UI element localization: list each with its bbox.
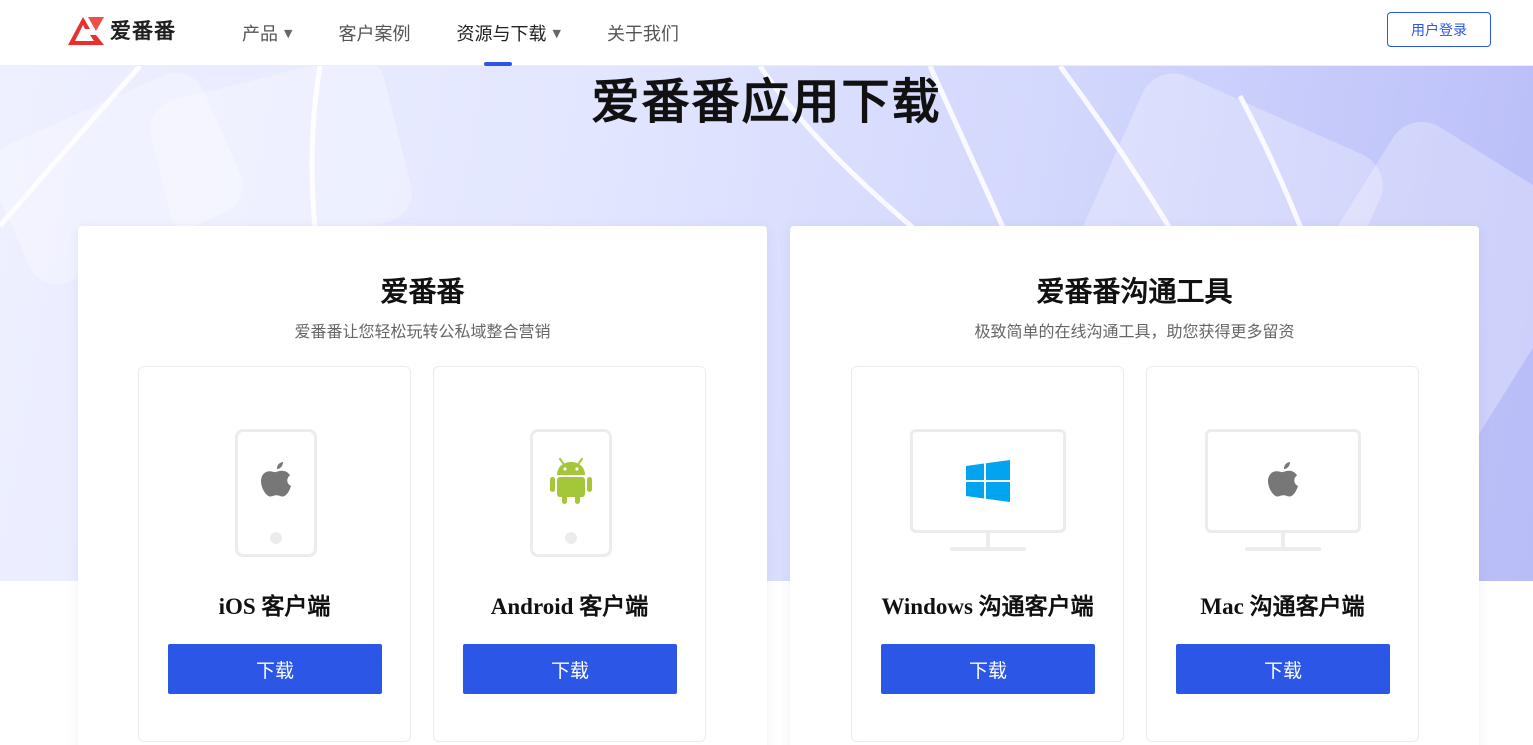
panel-title: 爱番番 bbox=[380, 275, 465, 308]
page-title: 爱番番应用下载 bbox=[591, 74, 942, 130]
card-title: Windows 沟通客户端 bbox=[881, 594, 1094, 619]
logo[interactable]: 爱番番 bbox=[66, 13, 176, 47]
nav-label: 关于我们 bbox=[606, 24, 679, 45]
monitor-screen bbox=[910, 429, 1066, 533]
monitor-frame bbox=[1205, 429, 1361, 553]
caret-down-icon: ▼ bbox=[284, 26, 293, 40]
logo-icon bbox=[68, 17, 104, 45]
active-nav-indicator bbox=[483, 62, 512, 66]
monitor-frame bbox=[910, 429, 1066, 553]
apple-icon bbox=[1268, 462, 1298, 497]
nav-item-about[interactable]: 关于我们 bbox=[607, 0, 679, 66]
phone-frame bbox=[530, 429, 612, 557]
monitor-screen bbox=[1205, 429, 1361, 533]
panel-subtitle: 爱番番让您轻松玩转公私域整合营销 bbox=[294, 322, 551, 341]
apple-icon bbox=[261, 462, 291, 497]
login-button[interactable]: 用户登录 bbox=[1387, 12, 1491, 47]
nav-label: 资源与下载 bbox=[456, 24, 547, 45]
phone-home-button bbox=[270, 532, 282, 544]
panel-subtitle: 极致简单的在线沟通工具，助您获得更多留资 bbox=[974, 322, 1295, 341]
main-nav: 产品 ▼ 客户案例 资源与下载 ▼ 关于我们 bbox=[242, 0, 725, 66]
card-title: iOS 客户端 bbox=[218, 594, 331, 619]
top-header: 爱番番 产品 ▼ 客户案例 资源与下载 ▼ 关于我们 用户登录 bbox=[0, 0, 1533, 66]
download-button-android[interactable]: 下载 bbox=[463, 644, 677, 694]
nav-label: 产品 bbox=[242, 24, 278, 45]
download-button-ios[interactable]: 下载 bbox=[168, 644, 382, 694]
caret-down-icon: ▼ bbox=[552, 26, 561, 40]
monitor-base bbox=[1245, 547, 1321, 551]
logo-text: 爱番番 bbox=[110, 19, 176, 43]
panel-aifanfan: 爱番番 爱番番让您轻松玩转公私域整合营销 iOS 客户端 下载 Android … bbox=[78, 226, 767, 745]
nav-item-cases[interactable]: 客户案例 bbox=[338, 0, 410, 66]
download-card-ios: iOS 客户端 下载 bbox=[138, 366, 411, 742]
nav-item-resources[interactable]: 资源与下载 ▼ bbox=[456, 0, 561, 66]
card-title: Android 客户端 bbox=[490, 594, 649, 619]
windows-icon bbox=[966, 460, 1010, 502]
download-button-windows[interactable]: 下载 bbox=[881, 644, 1095, 694]
download-card-mac: Mac 沟通客户端 下载 bbox=[1146, 366, 1419, 742]
panel-title: 爱番番沟通工具 bbox=[1036, 275, 1233, 308]
phone-home-button bbox=[565, 532, 577, 544]
nav-label: 客户案例 bbox=[338, 24, 411, 45]
panel-communication-tool: 爱番番沟通工具 极致简单的在线沟通工具，助您获得更多留资 Windows 沟通客… bbox=[790, 226, 1479, 745]
download-card-android: Android 客户端 下载 bbox=[433, 366, 706, 742]
phone-frame bbox=[235, 429, 317, 557]
android-icon bbox=[550, 458, 592, 504]
monitor-base bbox=[950, 547, 1026, 551]
card-title: Mac 沟通客户端 bbox=[1200, 594, 1365, 619]
download-card-windows: Windows 沟通客户端 下载 bbox=[851, 366, 1124, 742]
download-button-mac[interactable]: 下载 bbox=[1176, 644, 1390, 694]
nav-item-products[interactable]: 产品 ▼ bbox=[242, 0, 292, 66]
